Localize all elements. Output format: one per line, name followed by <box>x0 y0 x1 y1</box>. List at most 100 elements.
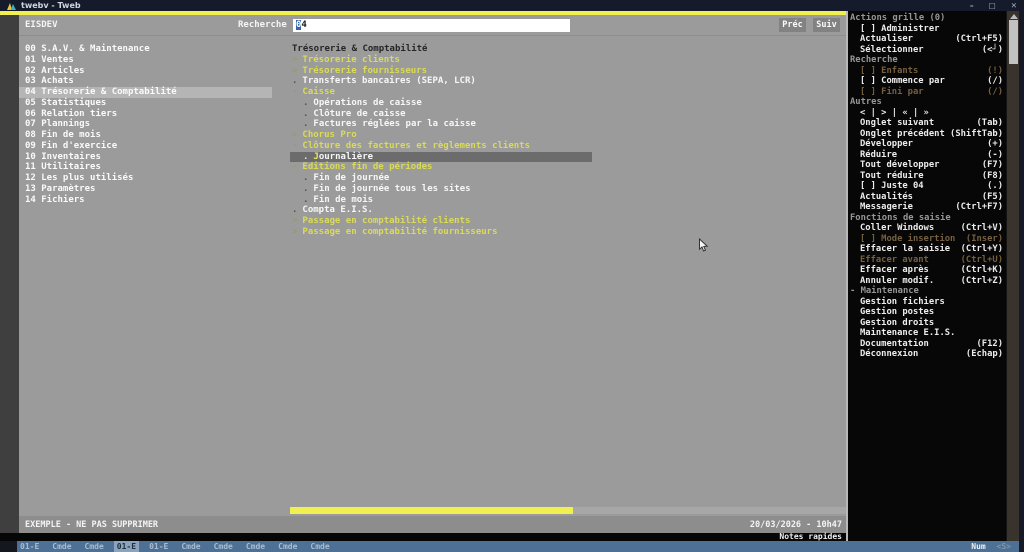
submenu-item[interactable]: .Compta E.I.S. <box>290 205 846 216</box>
action-label: Sélectionner <box>860 45 924 56</box>
submenu-item[interactable]: -Caisse <box>290 87 846 98</box>
menu-item-04[interactable]: 04 Trésorerie & Comptabilité <box>19 87 272 98</box>
submenu-item[interactable]: .Clôture de caisse <box>290 109 846 120</box>
submenu-item[interactable]: .Factures réglées par la caisse <box>290 119 846 130</box>
previous-button[interactable]: Préc <box>779 18 806 32</box>
submenu-item-label: ournalière <box>319 152 373 163</box>
next-button[interactable]: Suiv <box>813 18 840 32</box>
action-item[interactable]: Messagerie(Ctrl+F7) <box>850 202 1003 213</box>
minimize-button[interactable]: – <box>970 0 974 11</box>
action-item[interactable]: Gestion postes <box>850 307 1003 318</box>
action-item[interactable]: Sélectionner (<┘) <box>850 45 1003 56</box>
action-item[interactable]: < | > | « | » <box>850 108 1003 119</box>
action-label: - Maintenance <box>850 286 919 297</box>
maximize-button[interactable]: □ <box>989 0 996 11</box>
action-label: Fonctions de saisie <box>850 213 951 224</box>
action-item[interactable]: Tout développer(F7) <box>850 160 1003 171</box>
action-item[interactable]: [ ] Commence par(/) <box>850 76 1003 87</box>
submenu-item[interactable]: .Journalière <box>290 152 592 163</box>
action-item[interactable]: Tout réduire(F8) <box>850 171 1003 182</box>
action-shortcut: (Ctrl+Z) <box>961 276 1003 287</box>
action-item[interactable]: Gestion fichiers <box>850 297 1003 308</box>
submenu-item-label: Clôture des factures et règlements clien… <box>302 141 530 152</box>
horizontal-scrollbar[interactable] <box>290 507 846 514</box>
item-prefix-icon: . <box>303 184 308 195</box>
menu-item-07[interactable]: 07 Plannings <box>19 119 290 130</box>
action-item[interactable]: Effacer après(Ctrl+K) <box>850 265 1003 276</box>
submenu-item[interactable]: >Passage en comptabilité clients <box>290 216 846 227</box>
taskbar-item[interactable]: Cmde <box>275 541 300 552</box>
action-item[interactable]: Gestion droits <box>850 318 1003 329</box>
action-item: [ ] Enfants(!) <box>850 66 1003 77</box>
action-item[interactable]: [ ] Administrer <box>850 24 1003 35</box>
menu-item-03[interactable]: 03 Achats <box>19 76 290 87</box>
taskbar-item[interactable]: 01-E <box>17 541 42 552</box>
submenu-item[interactable]: .Opérations de caisse <box>290 98 846 109</box>
menu-item-06[interactable]: 06 Relation tiers <box>19 109 290 120</box>
submenu-item[interactable]: >Passage en comptabilité fournisseurs <box>290 227 846 238</box>
taskbar-item[interactable]: Cmde <box>82 541 107 552</box>
taskbar-item[interactable]: Cmde <box>178 541 203 552</box>
action-shortcut: (F5) <box>982 192 1003 203</box>
submenu-item[interactable]: >Trésorerie clients <box>290 55 846 66</box>
submenu-item[interactable]: -Clôture des factures et règlements clie… <box>290 141 846 152</box>
app-icon <box>7 2 16 10</box>
action-item[interactable]: Développer(+) <box>850 139 1003 150</box>
taskbar-item[interactable]: 01-E <box>114 541 139 552</box>
action-item[interactable]: Annuler modif.(Ctrl+Z) <box>850 276 1003 287</box>
action-label: Tout développer <box>860 160 939 171</box>
action-item[interactable]: Déconnexion(Echap) <box>850 349 1003 360</box>
action-item[interactable]: Actualiser(Ctrl+F5) <box>850 34 1003 45</box>
taskbar-item[interactable]: Cmde <box>211 541 236 552</box>
scrollbar-thumb[interactable] <box>1009 20 1018 64</box>
submenu-item[interactable]: .Transferts bancaires (SEPA, LCR) <box>290 76 846 87</box>
submenu-item[interactable]: .Fin de mois <box>290 195 846 206</box>
menu-item-05[interactable]: 05 Statistiques <box>19 98 290 109</box>
submenu-item[interactable]: -Editions fin de périodes <box>290 162 846 173</box>
action-item[interactable]: Effacer la saisie(Ctrl+Y) <box>850 244 1003 255</box>
action-item[interactable]: Documentation(F12) <box>850 339 1003 350</box>
submenu-item[interactable]: >Trésorerie fournisseurs <box>290 66 846 77</box>
action-item[interactable]: Actualités (F5) <box>850 192 1003 203</box>
menu-item-01[interactable]: 01 Ventes <box>19 55 290 66</box>
left-gutter <box>0 15 19 533</box>
submenu-item[interactable]: .Fin de journée <box>290 173 846 184</box>
action-item[interactable]: Coller Windows(Ctrl+V) <box>850 223 1003 234</box>
taskbar-items: 01-E Cmde Cmde 01-E 01-E Cmde Cmde Cmde Cmde Cmde <box>17 541 333 552</box>
action-label: Effacer après <box>860 265 929 276</box>
action-item[interactable]: Réduire(-) <box>850 150 1003 161</box>
submenu-item[interactable]: >Chorus Pro <box>290 130 846 141</box>
menu-item-10[interactable]: 10 Inventaires <box>19 152 290 163</box>
menu-item-00[interactable]: 00 S.A.V. & Maintenance <box>19 44 290 55</box>
action-item[interactable]: Maintenance E.I.S. <box>850 328 1003 339</box>
taskbar-item[interactable]: Cmde <box>307 541 332 552</box>
menu-item-08[interactable]: 08 Fin de mois <box>19 130 290 141</box>
close-button[interactable]: ✕ <box>1011 0 1017 11</box>
action-shortcut: (<┘) <box>982 45 1003 56</box>
scroll-up-icon[interactable] <box>1010 14 1018 19</box>
taskbar-item[interactable]: Cmde <box>49 541 74 552</box>
menu-item-12[interactable]: 12 Les plus utilisés <box>19 173 290 184</box>
taskbar-item[interactable]: 01-E <box>146 541 171 552</box>
submenu-item[interactable]: .Fin de journée tous les sites <box>290 184 846 195</box>
item-prefix-icon: . <box>292 76 297 87</box>
notes-rapides-label[interactable]: Notes rapides <box>779 533 842 541</box>
taskbar-item[interactable]: Cmde <box>243 541 268 552</box>
action-label: Actualités <box>860 192 913 203</box>
vertical-scrollbar[interactable] <box>1006 11 1019 552</box>
action-item[interactable]: Onglet précédent(ShiftTab) <box>850 129 1003 140</box>
item-prefix-icon: > <box>292 66 297 77</box>
menu-item-02[interactable]: 02 Articles <box>19 66 290 77</box>
search-input[interactable]: 04 <box>293 19 570 32</box>
action-label: Maintenance E.I.S. <box>860 328 955 339</box>
action-item[interactable]: [ ] Juste 04(.) <box>850 181 1003 192</box>
action-label: [ ] Commence par <box>860 76 945 87</box>
menu-item-13[interactable]: 13 Paramètres <box>19 184 290 195</box>
menu-item-14[interactable]: 14 Fichiers <box>19 195 290 206</box>
horizontal-scrollbar-thumb[interactable] <box>290 507 573 514</box>
action-item: [ ] Fini par(/) <box>850 87 1003 98</box>
action-item[interactable]: Onglet suivant(Tab) <box>850 118 1003 129</box>
actions-section-header: Fonctions de saisie <box>850 213 1003 224</box>
menu-item-09[interactable]: 09 Fin d'exercice <box>19 141 290 152</box>
menu-item-11[interactable]: 11 Utilitaires <box>19 162 290 173</box>
